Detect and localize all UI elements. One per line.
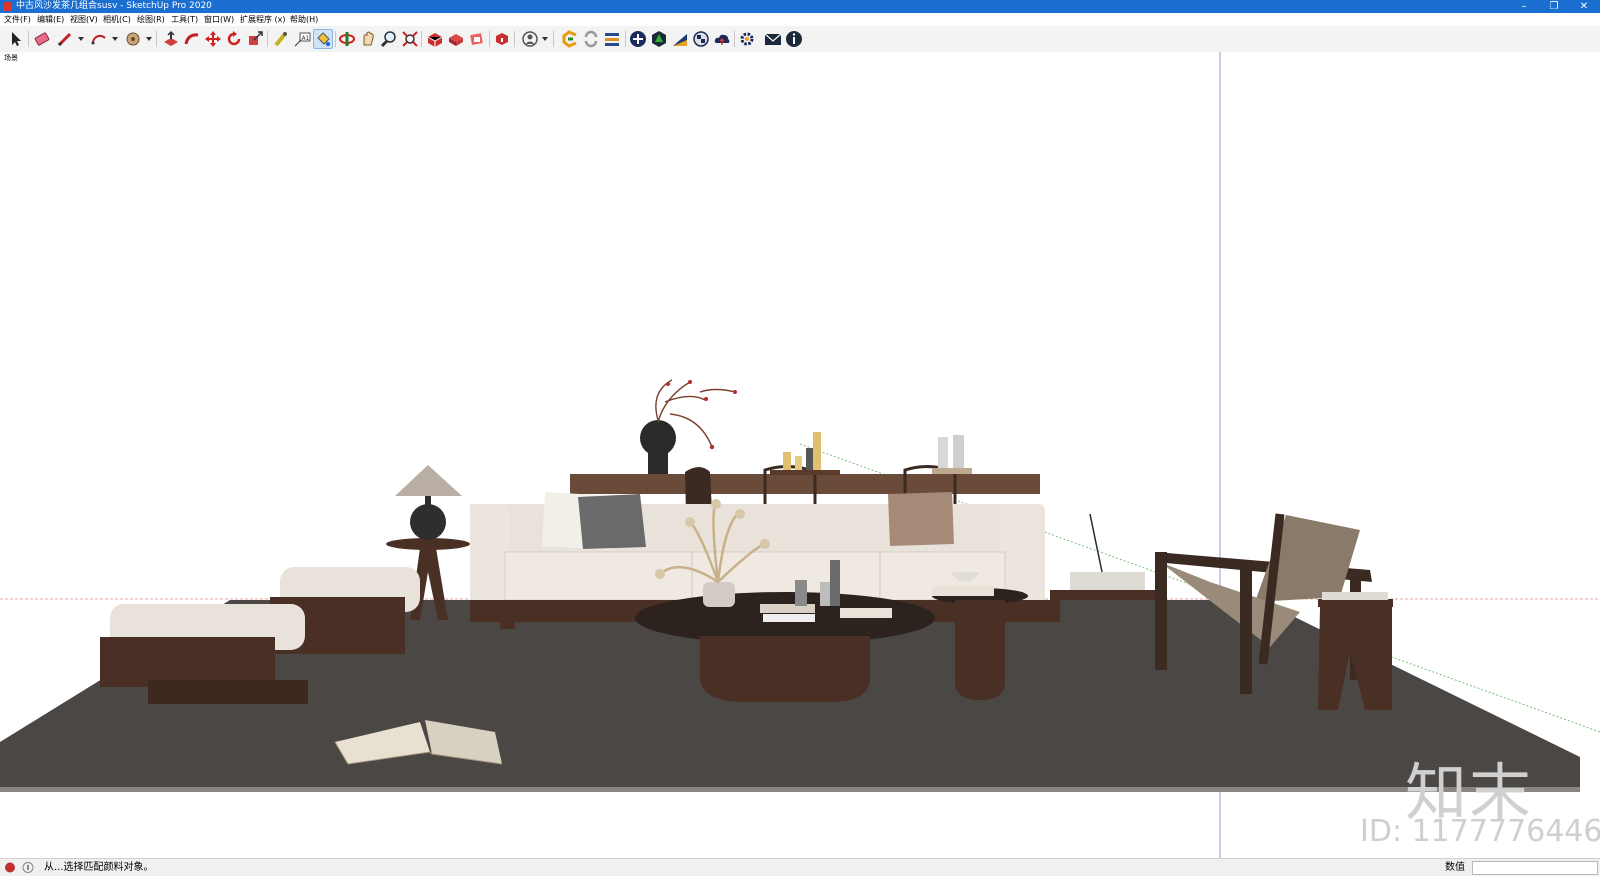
zoom-extents-icon[interactable] bbox=[401, 30, 419, 48]
menu-extensions[interactable]: 扩展程序 (x) bbox=[240, 13, 286, 26]
wood-stool bbox=[1318, 599, 1393, 607]
menu-camera[interactable]: 相机(C) bbox=[103, 13, 131, 26]
chevron-down-icon[interactable] bbox=[542, 37, 548, 41]
toolbar-separator bbox=[267, 31, 268, 47]
plugin-tree-icon[interactable] bbox=[650, 30, 668, 48]
scale-icon[interactable] bbox=[246, 30, 264, 48]
status-icons bbox=[5, 862, 34, 873]
select-arrow-icon[interactable] bbox=[7, 30, 25, 48]
settings-gear-icon[interactable] bbox=[738, 30, 756, 48]
vase bbox=[640, 420, 676, 456]
arc-icon[interactable] bbox=[90, 30, 108, 48]
paint-bucket-icon[interactable] bbox=[313, 29, 333, 49]
toolbar-separator bbox=[156, 31, 157, 47]
plugin-gradient-icon[interactable] bbox=[671, 30, 689, 48]
title-bar: 中古风沙发茶几组合susv - SketchUp Pro 2020 – ❐ ✕ bbox=[0, 0, 1600, 13]
sketchup-app-icon bbox=[3, 2, 12, 11]
menu-file[interactable]: 文件(F) bbox=[4, 13, 31, 26]
toolbar-separator bbox=[335, 31, 336, 47]
toolbar-separator bbox=[28, 31, 29, 47]
minimize-button[interactable]: – bbox=[1510, 0, 1538, 13]
watermark-id: ID: 1177776446 bbox=[1360, 814, 1600, 849]
scene-canvas bbox=[0, 52, 1600, 858]
svg-text:A1: A1 bbox=[302, 35, 310, 42]
plugin-checker-icon[interactable] bbox=[692, 30, 710, 48]
restore-button[interactable]: ❐ bbox=[1540, 0, 1568, 13]
extension-manager-icon[interactable] bbox=[493, 30, 511, 48]
flower-vase bbox=[703, 582, 735, 607]
mail-icon[interactable] bbox=[764, 30, 782, 48]
text-label-icon[interactable]: A1 bbox=[293, 30, 311, 48]
tape-measure-icon[interactable] bbox=[272, 30, 290, 48]
chevron-down-icon[interactable] bbox=[112, 37, 118, 41]
window-title: 中古风沙发茶几组合susv - SketchUp Pro 2020 bbox=[16, 1, 212, 11]
toolbar-separator bbox=[489, 31, 490, 47]
menu-help[interactable]: 帮助(H) bbox=[290, 13, 318, 26]
close-button[interactable]: ✕ bbox=[1570, 0, 1598, 13]
toolbar-separator bbox=[625, 31, 626, 47]
3d-warehouse-icon[interactable] bbox=[426, 30, 444, 48]
status-bar: 从...选择匹配颜料对象。 数值 bbox=[0, 858, 1600, 876]
menu-view[interactable]: 视图(V) bbox=[70, 13, 98, 26]
toolbar-separator bbox=[734, 31, 735, 47]
menu-window[interactable]: 窗口(W) bbox=[204, 13, 234, 26]
shape-circle-icon[interactable] bbox=[124, 30, 142, 48]
info-icon[interactable] bbox=[785, 30, 803, 48]
layout-icon[interactable] bbox=[468, 30, 486, 48]
vcb-label: 数值 bbox=[1445, 862, 1465, 873]
pan-icon[interactable] bbox=[359, 30, 377, 48]
tan-pillow bbox=[888, 492, 954, 546]
toolbar-separator bbox=[553, 31, 554, 47]
plugin-layers-icon[interactable] bbox=[603, 30, 621, 48]
menu-tools[interactable]: 工具(T) bbox=[171, 13, 198, 26]
model-viewport[interactable]: 场景 知末 ID: 1177776446 bbox=[0, 52, 1600, 858]
grey-pillow bbox=[578, 494, 646, 549]
chevron-down-icon[interactable] bbox=[78, 37, 84, 41]
toolbar-separator bbox=[421, 31, 422, 47]
plugin-orange-icon[interactable] bbox=[561, 30, 579, 48]
menu-draw[interactable]: 绘图(R) bbox=[137, 13, 165, 26]
menu-bar: 文件(F) 编辑(E) 视图(V) 相机(C) 绘图(R) 工具(T) 窗口(W… bbox=[0, 13, 1600, 26]
account-icon[interactable] bbox=[521, 30, 539, 48]
move-icon[interactable] bbox=[204, 30, 222, 48]
plugin-refresh-icon[interactable] bbox=[582, 30, 600, 48]
lamp-base bbox=[410, 504, 446, 540]
status-message: 从...选择匹配颜料对象。 bbox=[44, 862, 154, 873]
chevron-down-icon[interactable] bbox=[146, 37, 152, 41]
pencil-line-icon[interactable] bbox=[56, 30, 74, 48]
toolbar-separator bbox=[514, 31, 515, 47]
lamp-shade bbox=[395, 465, 462, 496]
menu-edit[interactable]: 编辑(E) bbox=[37, 13, 64, 26]
console-table bbox=[570, 474, 1040, 494]
measurements-input[interactable] bbox=[1472, 861, 1598, 875]
rotate-icon[interactable] bbox=[225, 30, 243, 48]
orbit-icon[interactable] bbox=[338, 30, 356, 48]
push-pull-icon[interactable] bbox=[162, 30, 180, 48]
follow-me-icon[interactable] bbox=[183, 30, 201, 48]
main-toolbar: A1 bbox=[0, 26, 1600, 53]
plugin-cloud-icon[interactable] bbox=[713, 30, 731, 48]
extension-warehouse-icon[interactable] bbox=[447, 30, 465, 48]
geo-location-icon bbox=[5, 862, 15, 873]
eraser-icon[interactable] bbox=[33, 30, 51, 48]
plugin-plus-icon[interactable] bbox=[629, 30, 647, 48]
zoom-icon[interactable] bbox=[380, 30, 398, 48]
